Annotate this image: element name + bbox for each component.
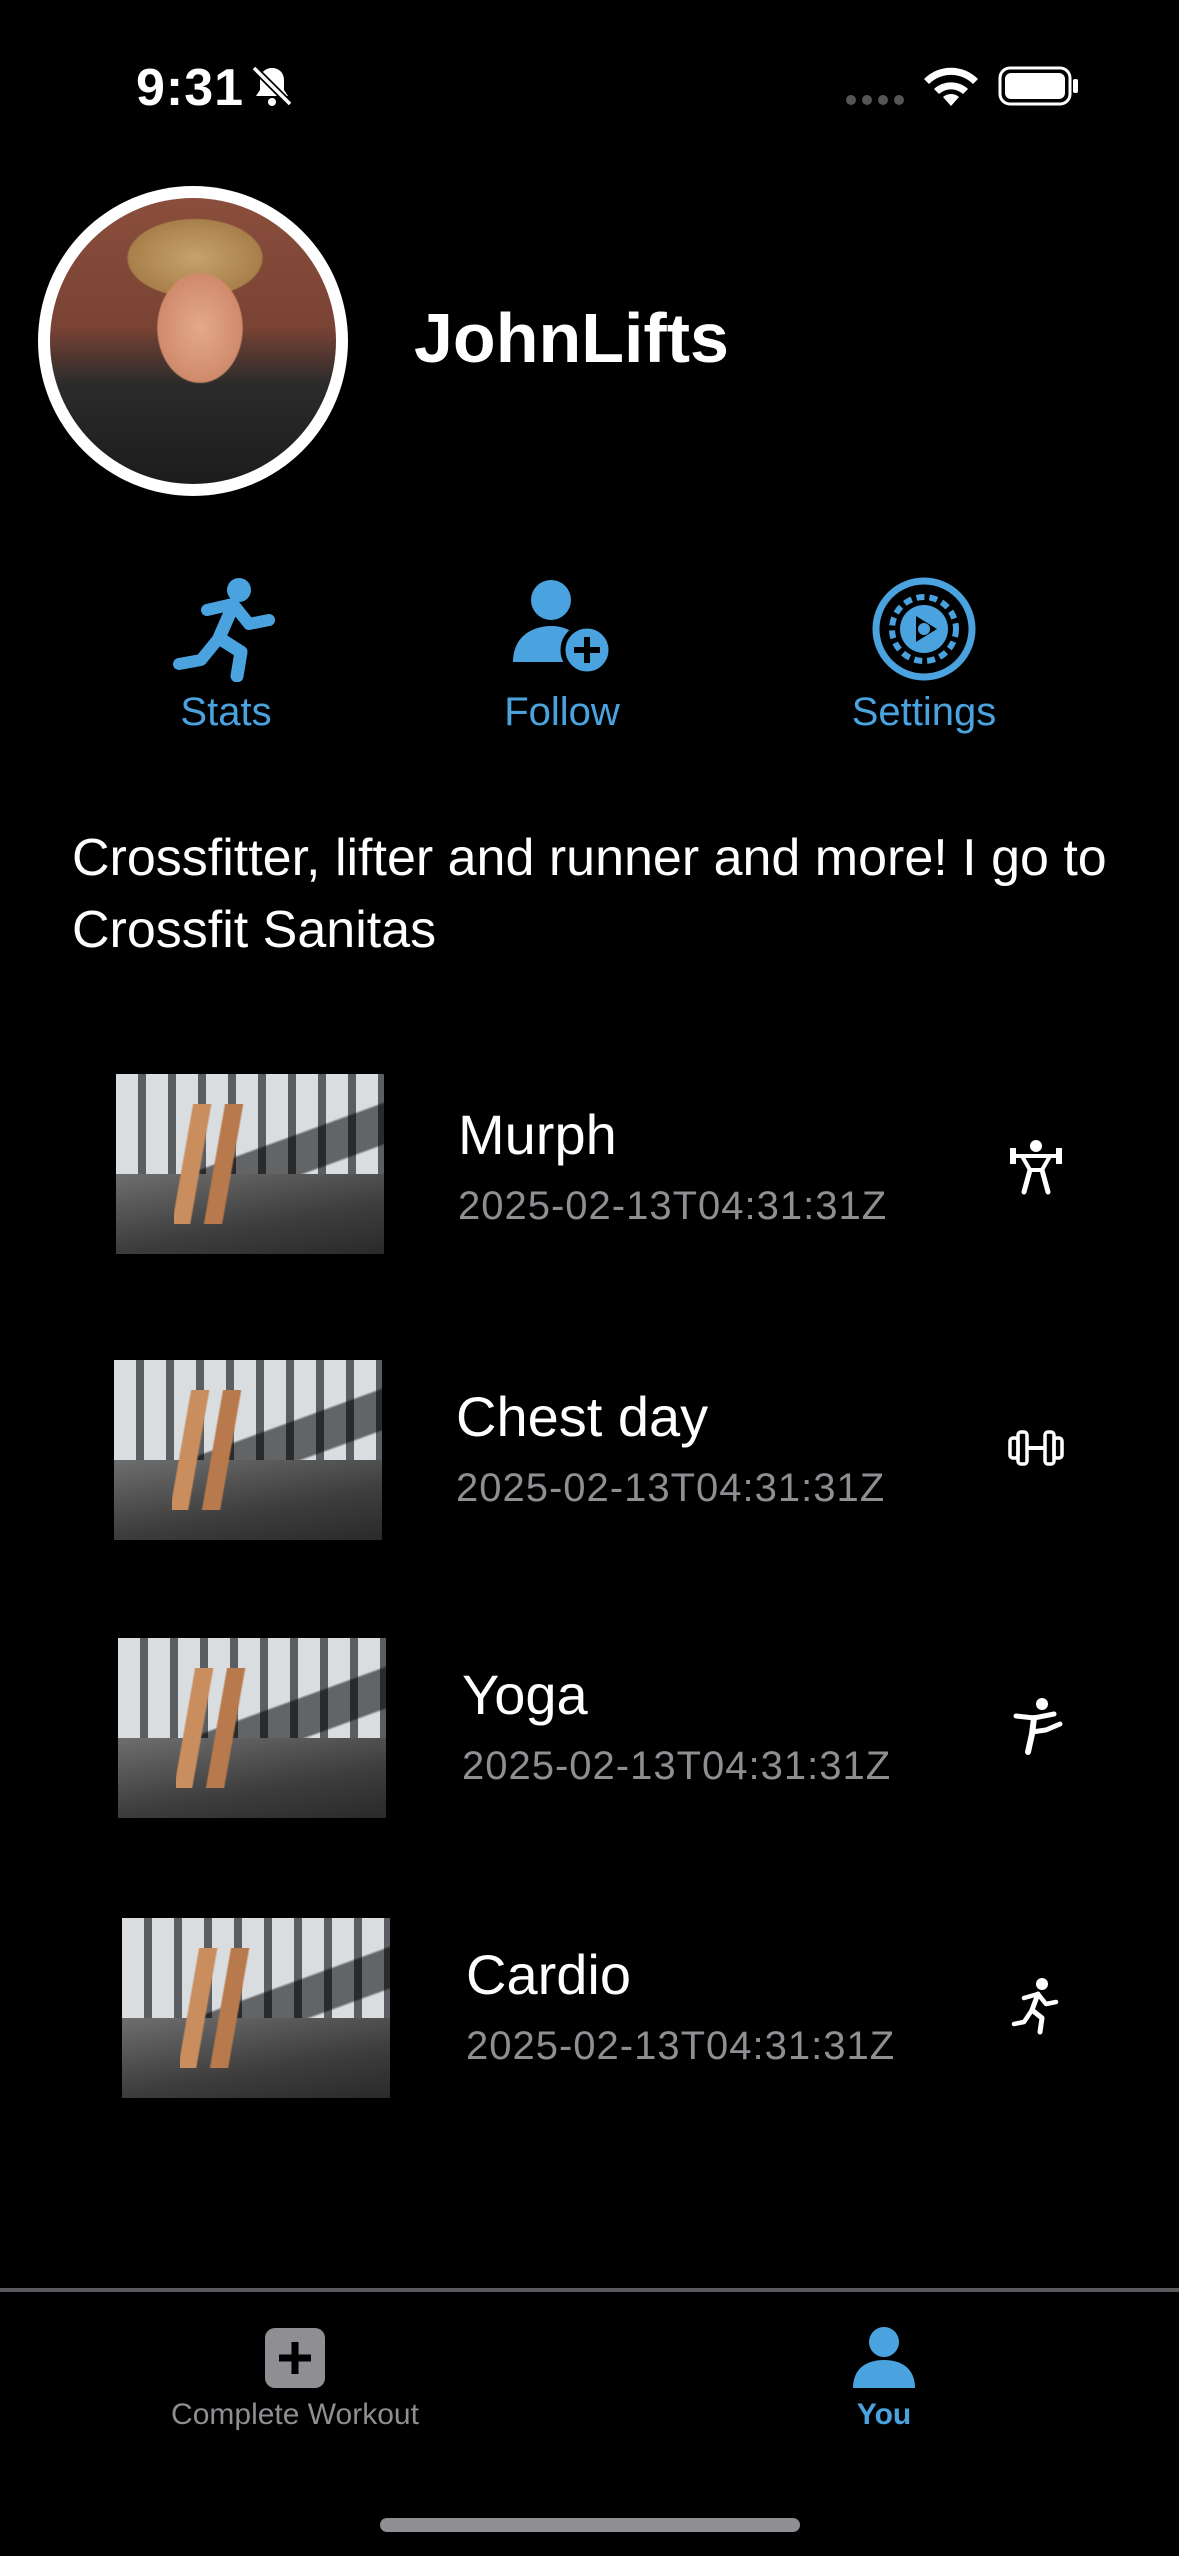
workout-row-yoga[interactable]: Yoga 2025-02-13T04:31:31Z <box>0 1634 1179 1834</box>
tab-you-label: You <box>856 2398 912 2431</box>
stats-label: Stats <box>180 690 272 734</box>
follow-label: Follow <box>504 690 620 734</box>
username: JohnLifts <box>414 299 729 377</box>
workout-row-cardio[interactable]: Cardio 2025-02-13T04:31:31Z <box>0 1914 1179 2114</box>
workout-title: Murph <box>458 1103 617 1166</box>
kick-figure-icon <box>1013 1698 1063 1755</box>
workout-row-chest-day[interactable]: Chest day 2025-02-13T04:31:31Z <box>0 1356 1179 1556</box>
follow-button[interactable]: Follow <box>432 576 692 735</box>
workout-date: 2025-02-13T04:31:31Z <box>466 2024 896 2068</box>
tab-you[interactable]: You <box>784 2326 984 2432</box>
tab-complete-workout-label: Complete Workout <box>171 2398 419 2431</box>
wifi-icon <box>924 67 978 106</box>
workout-thumbnail <box>118 1638 386 1818</box>
bell-slash-icon <box>251 65 293 107</box>
battery-icon <box>998 66 1078 106</box>
workout-date: 2025-02-13T04:31:31Z <box>456 1466 886 1510</box>
stats-button[interactable]: Stats <box>96 576 356 735</box>
signal-dots-icon <box>846 92 910 110</box>
gear-icon <box>872 577 976 681</box>
profile-bio: Crossfitter, lifter and runner and more!… <box>72 829 1107 959</box>
home-indicator <box>380 2518 800 2532</box>
runner-icon <box>1011 1978 1059 2035</box>
dumbbell-icon <box>1008 1430 1064 1466</box>
workout-row-murph[interactable]: Murph 2025-02-13T04:31:31Z <box>0 1074 1179 1274</box>
workout-thumbnail <box>116 1074 384 1254</box>
plus-square-icon <box>265 2328 325 2388</box>
settings-button[interactable]: Settings <box>794 576 1054 735</box>
tab-bar-divider <box>0 2288 1179 2292</box>
tab-complete-workout[interactable]: Complete Workout <box>130 2326 460 2432</box>
workout-thumbnail <box>122 1918 390 2098</box>
workout-date: 2025-02-13T04:31:31Z <box>458 1184 888 1228</box>
workout-date: 2025-02-13T04:31:31Z <box>462 1744 892 1788</box>
avatar[interactable] <box>38 186 348 496</box>
person-add-icon <box>513 580 614 677</box>
weightlifter-icon <box>1010 1140 1062 1195</box>
person-icon <box>853 2327 915 2388</box>
running-figure-icon <box>173 578 275 682</box>
workout-thumbnail <box>114 1360 382 1540</box>
settings-label: Settings <box>851 690 997 734</box>
workout-title: Chest day <box>456 1385 709 1448</box>
workout-title: Yoga <box>462 1663 588 1726</box>
workout-title: Cardio <box>466 1943 631 2006</box>
avatar-photo <box>50 198 336 484</box>
status-time: 9:31 <box>136 59 245 117</box>
